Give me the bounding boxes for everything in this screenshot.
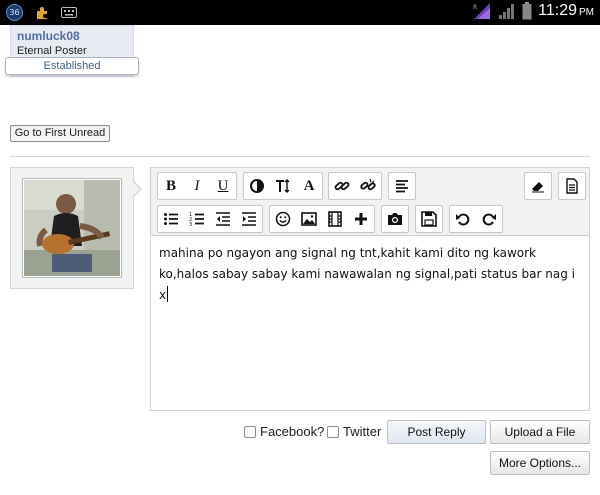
camera-icon <box>388 213 402 225</box>
undo-icon <box>456 213 470 226</box>
insert-group <box>269 205 375 233</box>
user-rank-badge: Established <box>5 57 139 75</box>
divider <box>10 156 590 157</box>
message-textarea[interactable]: mahina po ngayon ang signal ng tnt,kahit… <box>159 243 583 306</box>
editor-toolbar: B I U A 1 2 3 <box>151 168 589 236</box>
puzzle-icon <box>37 6 47 19</box>
indent-button[interactable] <box>236 206 262 232</box>
facebook-option[interactable]: Facebook? <box>244 424 324 439</box>
unlink-icon <box>360 178 376 191</box>
twitter-label: Twitter <box>343 424 382 439</box>
redo-button[interactable] <box>476 206 502 232</box>
text-size-icon <box>276 179 290 193</box>
reply-editor: B I U A 1 2 3 mahina po ngayon ang signa… <box>150 167 590 411</box>
clock-time: 11:29 PM <box>538 2 594 20</box>
film-icon <box>328 211 342 227</box>
upload-file-button[interactable]: Upload a File <box>490 420 590 444</box>
insert-more-button[interactable] <box>348 206 374 232</box>
underline-button[interactable]: U <box>210 173 236 199</box>
facebook-label: Facebook? <box>260 424 325 439</box>
numbered-list-icon: 123 <box>189 212 204 227</box>
redo-icon <box>482 213 496 226</box>
notification-count-icon: 36 <box>6 4 23 21</box>
post-reply-button[interactable]: Post Reply <box>387 420 486 444</box>
save-draft-button[interactable] <box>416 206 442 232</box>
camera-button[interactable] <box>382 206 408 232</box>
battery-icon <box>522 2 532 20</box>
italic-button[interactable]: I <box>184 173 210 199</box>
status-bar-system: R 11:29 PM <box>472 2 594 20</box>
svg-text:R: R <box>473 4 477 11</box>
smiley-icon <box>275 211 291 227</box>
username[interactable]: numluck08 <box>17 29 80 43</box>
align-left-icon <box>396 180 408 193</box>
status-bar-notifications: 36 <box>6 4 77 21</box>
message-text: mahina po ngayon ang signal ng tnt,kahit… <box>159 246 575 302</box>
wifi-signal-icon: R <box>473 3 491 19</box>
view-source-button[interactable] <box>559 173 585 199</box>
bold-button[interactable]: B <box>158 173 184 199</box>
indent-icon <box>242 212 256 226</box>
clock-hours: 11:29 <box>538 2 577 19</box>
text-format-group: B I U <box>157 172 237 200</box>
remove-format-group <box>524 172 552 200</box>
clock-ampm: PM <box>579 7 594 18</box>
outdent-button[interactable] <box>210 206 236 232</box>
avatar-panel <box>10 167 134 289</box>
link-group <box>328 172 382 200</box>
twitter-option[interactable]: Twitter <box>327 424 381 439</box>
avatar <box>22 178 122 278</box>
status-bar: 36 R 11:29 PM <box>0 0 600 25</box>
camera-group <box>381 205 409 233</box>
color-button[interactable] <box>244 173 270 199</box>
outdent-icon <box>216 212 230 226</box>
keyboard-icon <box>61 7 77 18</box>
undo-button[interactable] <box>450 206 476 232</box>
go-to-first-unread-button[interactable]: Go to First Unread <box>10 125 110 142</box>
text-caret <box>167 286 169 302</box>
font-size-button[interactable] <box>270 173 296 199</box>
remove-link-button[interactable] <box>355 173 381 199</box>
numbered-list-button[interactable]: 123 <box>184 206 210 232</box>
font-family-button[interactable]: A <box>296 173 322 199</box>
bullet-list-button[interactable] <box>158 206 184 232</box>
link-icon <box>334 181 350 191</box>
history-group <box>449 205 503 233</box>
avatar-pointer-fill <box>132 181 140 197</box>
cell-signal-icon <box>499 4 515 19</box>
font-style-group: A <box>243 172 323 200</box>
save-group <box>415 205 443 233</box>
insert-video-button[interactable] <box>322 206 348 232</box>
eraser-icon <box>532 182 544 193</box>
insert-image-button[interactable] <box>296 206 322 232</box>
more-options-button[interactable]: More Options... <box>490 451 590 475</box>
user-title: Eternal Poster <box>17 45 87 57</box>
image-icon <box>301 212 317 226</box>
twitter-checkbox[interactable] <box>327 425 339 438</box>
screen: 36 R 11:29 PM numluck08 Eternal Poster E… <box>0 0 600 495</box>
document-icon <box>566 178 578 194</box>
plus-icon <box>355 213 367 225</box>
svg-text:3: 3 <box>189 222 192 227</box>
avatar-photo <box>24 180 120 276</box>
insert-smiley-button[interactable] <box>270 206 296 232</box>
insert-link-button[interactable] <box>329 173 355 199</box>
source-group <box>558 172 586 200</box>
contrast-icon <box>250 179 264 193</box>
list-group: 123 <box>157 205 263 233</box>
align-group <box>388 172 416 200</box>
align-button[interactable] <box>389 173 415 199</box>
remove-format-button[interactable] <box>525 173 551 199</box>
facebook-checkbox[interactable] <box>244 425 256 438</box>
bullet-list-icon <box>164 213 178 225</box>
floppy-disk-icon <box>421 211 437 227</box>
